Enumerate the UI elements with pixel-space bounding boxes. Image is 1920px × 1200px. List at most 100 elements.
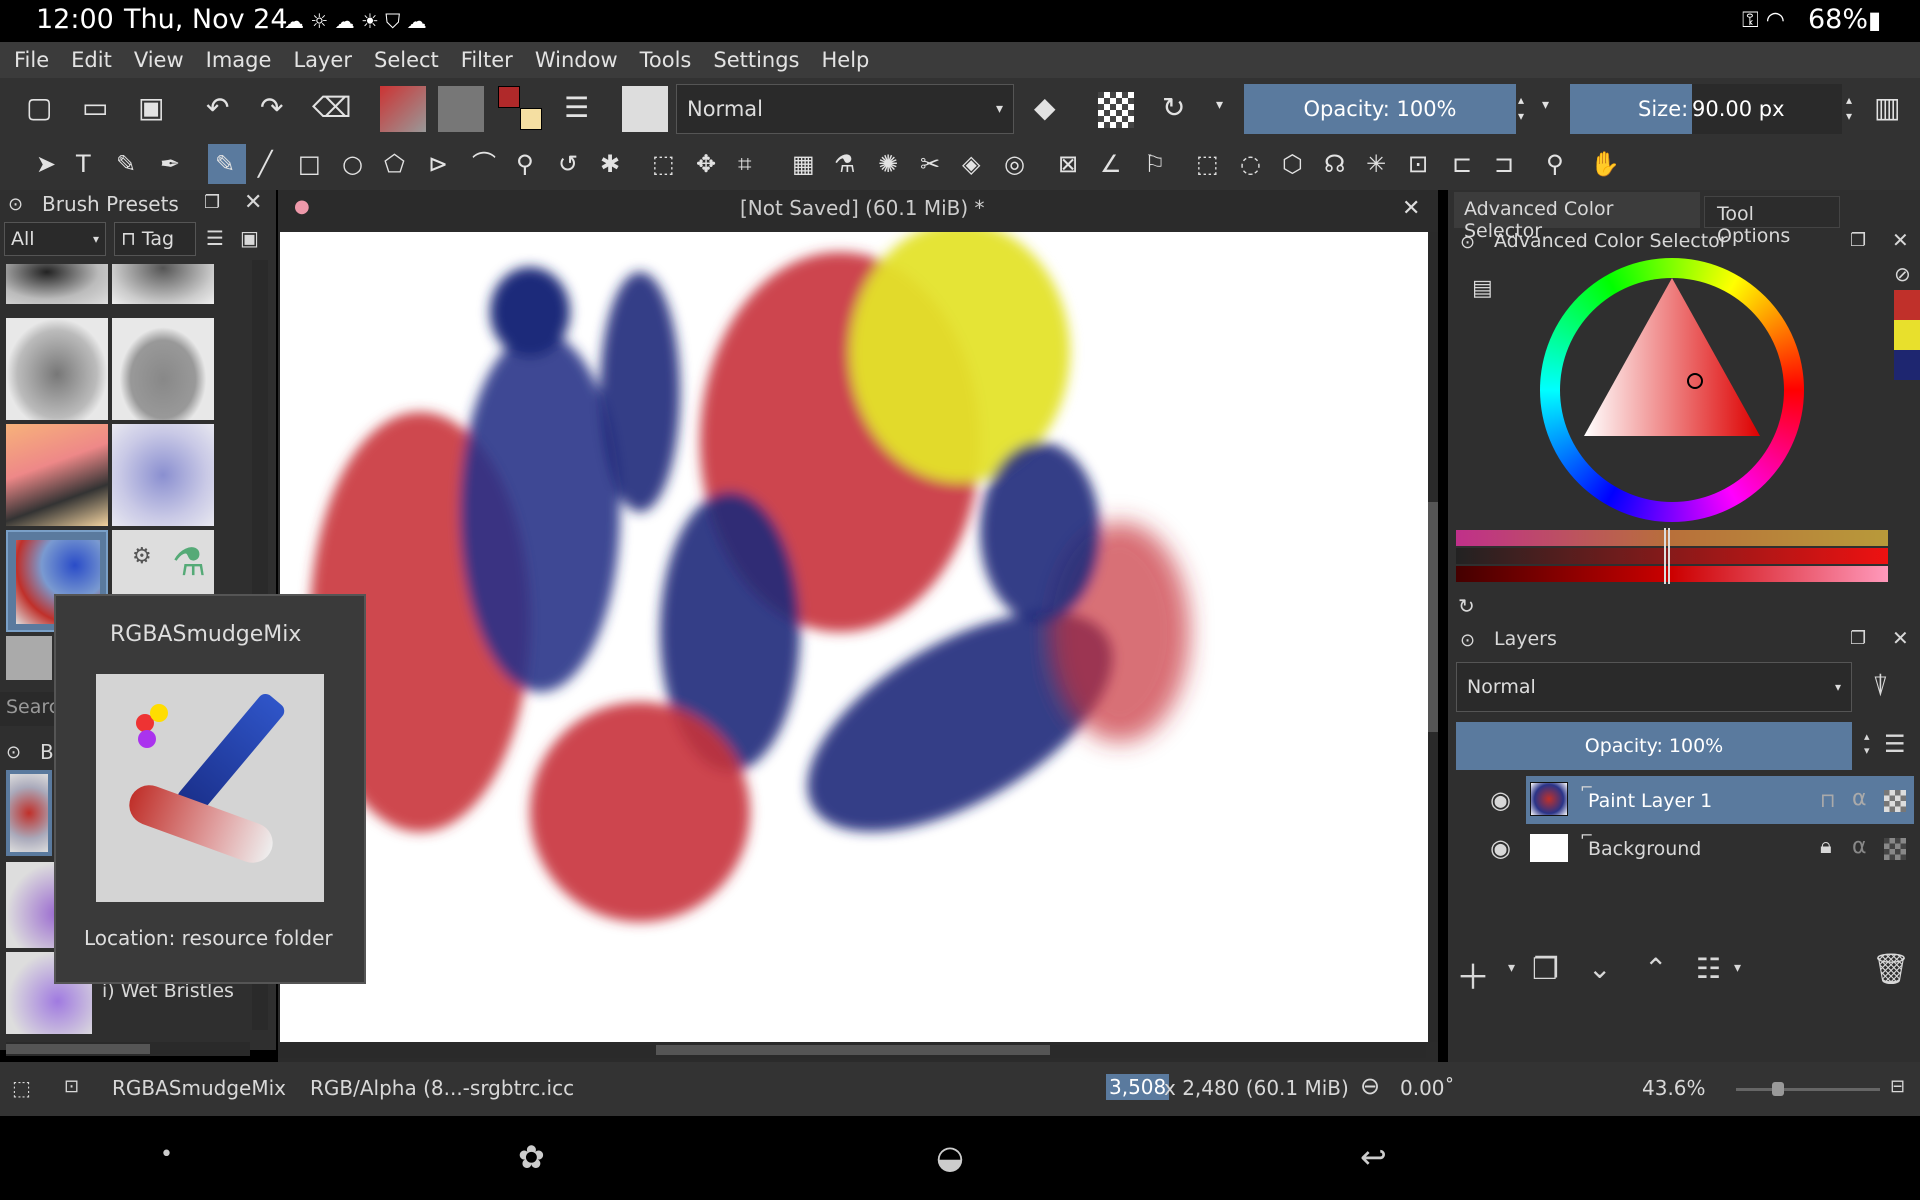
- preset-thumb[interactable]: [6, 636, 52, 680]
- move-tool-icon[interactable]: ✥: [696, 152, 716, 176]
- menu-view[interactable]: View: [134, 48, 184, 72]
- brush-settings-icon[interactable]: ☰: [564, 94, 589, 122]
- filter-icon[interactable]: ⍒: [1872, 670, 1889, 704]
- menu-image[interactable]: Image: [206, 48, 272, 72]
- selection-icon[interactable]: ⬚: [12, 1076, 31, 1100]
- rect-select-icon[interactable]: ⬚: [1196, 152, 1219, 176]
- layer-opacity-spin-icon[interactable]: ▴ ▾: [1864, 730, 1870, 758]
- color-history-swatch[interactable]: [1894, 290, 1920, 320]
- menu-layer[interactable]: Layer: [293, 48, 352, 72]
- clear-icon[interactable]: ⌫: [312, 94, 352, 122]
- menu-help[interactable]: Help: [822, 48, 870, 72]
- preset-thumb[interactable]: [6, 318, 108, 420]
- color-history-swatch[interactable]: [1894, 320, 1920, 350]
- transform-tool-icon[interactable]: ⬚: [652, 152, 675, 176]
- move-down-icon[interactable]: ⌄: [1588, 952, 1611, 985]
- layer-row-paint[interactable]: ◉ ⌐ Paint Layer 1 ⊓ α: [1490, 776, 1914, 824]
- reload-preset-icon[interactable]: ↻: [1162, 94, 1185, 122]
- preset-filter-combo[interactable]: All ▾: [4, 222, 106, 256]
- saturation-triangle[interactable]: [1540, 258, 1804, 522]
- zoom-slider-handle[interactable]: [1772, 1082, 1784, 1096]
- size-spin-icon[interactable]: ▴ ▾: [1846, 92, 1852, 124]
- menu-settings[interactable]: Settings: [713, 48, 799, 72]
- import-icon[interactable]: ▣: [240, 226, 259, 250]
- scrollbar-vertical[interactable]: [1428, 232, 1438, 1042]
- preset-thumb[interactable]: [6, 424, 108, 526]
- close-icon[interactable]: ✕: [1892, 626, 1909, 650]
- freehand-brush-tool[interactable]: ✎: [208, 144, 246, 184]
- open-folder-icon[interactable]: ▭: [82, 94, 108, 122]
- close-document-icon[interactable]: ✕: [1402, 196, 1420, 221]
- image-size-selected[interactable]: 3,508: [1106, 1074, 1170, 1100]
- layer-name[interactable]: Background: [1588, 838, 1701, 860]
- tab-advanced-color-selector[interactable]: Advanced Color Selector: [1454, 192, 1700, 242]
- slider-handle[interactable]: [1664, 528, 1670, 584]
- duplicate-layer-icon[interactable]: ❐: [1532, 952, 1559, 987]
- isolate-icon[interactable]: ⊡: [64, 1076, 79, 1097]
- freehand-path-icon[interactable]: ⚲: [516, 152, 534, 176]
- alpha-lock-icon[interactable]: [1098, 92, 1134, 128]
- undo-icon[interactable]: ↶: [206, 94, 229, 122]
- visibility-eye-icon[interactable]: ◉: [1490, 786, 1511, 814]
- scrollbar-horizontal[interactable]: [6, 1042, 250, 1056]
- visibility-eye-icon[interactable]: ◉: [1490, 834, 1511, 862]
- contiguous-select-icon[interactable]: ✳: [1366, 152, 1386, 176]
- pan-tool-icon[interactable]: ✋: [1590, 152, 1620, 176]
- value-slider[interactable]: [1456, 548, 1888, 564]
- menu-select[interactable]: Select: [374, 48, 439, 72]
- chevron-down-icon[interactable]: ▾: [1734, 960, 1741, 976]
- fullscreen-icon[interactable]: ⊟: [1890, 1076, 1905, 1097]
- rectangle-tool-icon[interactable]: □: [298, 152, 321, 176]
- assistant-tool-icon[interactable]: ✂: [920, 152, 940, 176]
- foreground-color[interactable]: [498, 86, 520, 108]
- dynamic-brush-icon[interactable]: ↺: [558, 152, 578, 176]
- menu-tools[interactable]: Tools: [640, 48, 692, 72]
- layer-name[interactable]: Paint Layer 1: [1588, 790, 1712, 812]
- lock-layer-icon[interactable]: 🔒︎: [1820, 834, 1832, 859]
- tag-combo[interactable]: ⊓ Tag: [114, 222, 196, 256]
- menu-filter[interactable]: Filter: [461, 48, 513, 72]
- lock-icon[interactable]: ⊙: [6, 742, 21, 763]
- similar-select-icon[interactable]: ⊡: [1408, 152, 1428, 176]
- bezier-select-icon[interactable]: ⊏: [1452, 152, 1472, 176]
- polyline-tool-icon[interactable]: ⊳: [428, 152, 448, 176]
- current-brush-preview[interactable]: [622, 86, 668, 132]
- preset-thumb[interactable]: [112, 424, 214, 526]
- layer-menu-icon[interactable]: ☰: [1884, 730, 1906, 758]
- color-picker-icon[interactable]: ⚗: [834, 152, 856, 176]
- tab-tool-options[interactable]: Tool Options: [1704, 196, 1840, 247]
- hue-slider[interactable]: [1456, 530, 1888, 546]
- chevron-down-icon[interactable]: ▾: [1508, 960, 1515, 976]
- rotation-icon[interactable]: ⊖: [1360, 1072, 1380, 1100]
- float-icon[interactable]: ❐: [1850, 230, 1866, 251]
- redo-icon[interactable]: ↷: [260, 94, 283, 122]
- list-thumb-selected[interactable]: [6, 770, 52, 856]
- gradient-selector[interactable]: [380, 86, 426, 132]
- color-settings-icon[interactable]: ▤: [1472, 276, 1493, 301]
- scrollbar-horizontal[interactable]: [278, 1042, 1426, 1058]
- menu-file[interactable]: File: [14, 48, 49, 72]
- pin-tool-icon[interactable]: ⚐: [1144, 152, 1166, 176]
- alpha-icon[interactable]: α: [1852, 786, 1867, 811]
- zoom-tool-icon[interactable]: ⚲: [1546, 152, 1564, 176]
- alpha-icon[interactable]: α: [1852, 834, 1867, 859]
- close-icon[interactable]: ✕: [244, 190, 262, 215]
- ellipse-select-icon[interactable]: ◌: [1240, 152, 1261, 176]
- workspace-icon[interactable]: ▥: [1874, 94, 1900, 122]
- opacity-slider[interactable]: Opacity: 100%: [1244, 84, 1516, 134]
- text-tool-icon[interactable]: T: [76, 152, 91, 176]
- chevron-down-icon[interactable]: ▾: [1216, 98, 1223, 112]
- new-document-icon[interactable]: ▢: [26, 94, 52, 122]
- opacity-spin-icon[interactable]: ▴ ▾: [1518, 92, 1524, 124]
- bezier-tool-icon[interactable]: ⌒: [472, 152, 496, 176]
- lock-icon[interactable]: ⊙: [8, 194, 23, 215]
- layer-blend-combo[interactable]: Normal ▾: [1456, 662, 1852, 712]
- move-up-icon[interactable]: ⌃: [1644, 952, 1667, 985]
- inherit-alpha-icon[interactable]: [1884, 790, 1906, 812]
- magnetic-select-icon[interactable]: ⊐: [1494, 152, 1514, 176]
- lock-layer-icon[interactable]: ⊓: [1820, 788, 1836, 812]
- inherit-alpha-icon[interactable]: [1884, 838, 1906, 860]
- preset-search-input[interactable]: Searc: [0, 692, 56, 726]
- select-shapes-icon[interactable]: ➤: [36, 152, 56, 176]
- background-color[interactable]: [520, 108, 542, 130]
